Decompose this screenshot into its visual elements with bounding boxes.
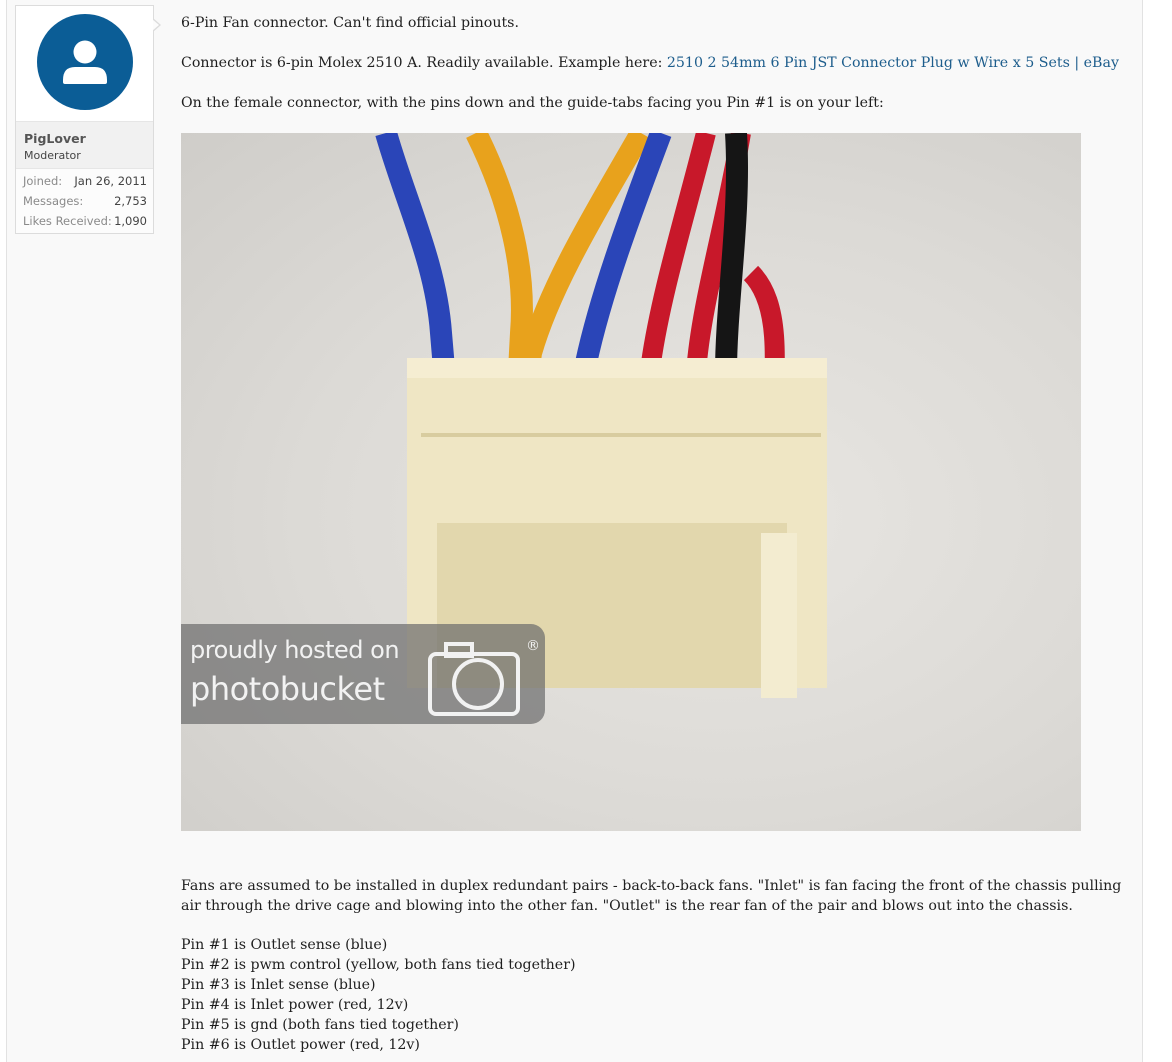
pin-line-1: Pin #1 is Outlet sense (blue)	[181, 937, 388, 953]
connector-photo[interactable]: proudly hosted on photobucket ®	[181, 133, 1081, 831]
pin-line-3: Pin #3 is Inlet sense (blue)	[181, 977, 376, 993]
stat-row-likes: Likes Received: 1,090	[16, 212, 153, 232]
pin-line-6: Pin #6 is Outlet power (red, 12v)	[181, 1037, 420, 1053]
pin-line-4: Pin #4 is Inlet power (red, 12v)	[181, 997, 409, 1013]
card-pointer	[152, 18, 161, 32]
post-line-2-text: Connector is 6-pin Molex 2510 A. Readily…	[181, 55, 667, 71]
user-meta: PigLover Moderator	[16, 121, 153, 169]
avatar-container[interactable]	[16, 6, 153, 121]
stat-value[interactable]: 2,753	[114, 194, 147, 208]
stat-value: Jan 26, 2011	[74, 174, 147, 188]
user-stats: Joined: Jan 26, 2011 Messages: 2,753 Lik…	[16, 172, 153, 232]
stat-label: Likes Received:	[23, 214, 112, 228]
pin-line-5: Pin #5 is gnd (both fans tied together)	[181, 1017, 459, 1033]
user-title: Moderator	[24, 149, 81, 162]
stat-row-joined: Joined: Jan 26, 2011	[16, 172, 153, 192]
post-paragraph: Fans are assumed to be installed in dupl…	[181, 878, 1122, 914]
camera-icon: ®	[428, 638, 538, 716]
post-line-1: 6-Pin Fan connector. Can't find official…	[181, 15, 519, 31]
post-line-3: On the female connector, with the pins d…	[181, 95, 884, 111]
ebay-link[interactable]: 2510 2 54mm 6 Pin JST Connector Plug w W…	[667, 55, 1119, 71]
user-silhouette-icon[interactable]	[37, 14, 133, 110]
watermark-line-1: proudly hosted on	[190, 636, 400, 664]
username-link[interactable]: PigLover	[24, 131, 86, 146]
connector-illustration	[375, 133, 827, 698]
post-line-2: Connector is 6-pin Molex 2510 A. Readily…	[181, 53, 1119, 73]
stat-label: Joined:	[23, 174, 63, 188]
scrollbar-track[interactable]	[1156, 0, 1172, 1062]
registered-mark: ®	[526, 638, 538, 654]
photobucket-watermark[interactable]: proudly hosted on photobucket ®	[181, 624, 545, 724]
pin-line-2: Pin #2 is pwm control (yellow, both fans…	[181, 957, 576, 973]
watermark-line-2: photobucket	[190, 670, 385, 708]
user-card: PigLover Moderator Joined: Jan 26, 2011 …	[15, 5, 161, 234]
stat-label: Messages:	[23, 194, 84, 208]
stat-row-messages: Messages: 2,753	[16, 192, 153, 212]
stat-value: 1,090	[114, 214, 147, 228]
